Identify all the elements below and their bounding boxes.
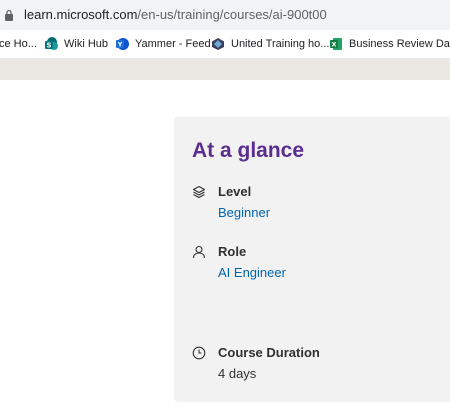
at-a-glance-card: At a glance Level Beginner Role AI Engin… — [174, 117, 450, 402]
bookmark-label: Business Review Da... — [349, 38, 450, 50]
svg-text:S: S — [46, 42, 51, 50]
bookmark-label: Wiki Hub — [64, 38, 109, 50]
clock-icon — [192, 346, 206, 360]
bookmark-label: ce Ho... — [0, 38, 37, 50]
svg-text:X: X — [331, 41, 336, 49]
bookmark-label: Yammer - Feed — [135, 38, 211, 50]
svg-text:Y: Y — [117, 42, 123, 49]
role-value-link[interactable]: AI Engineer — [218, 265, 286, 280]
page-top-strip — [0, 58, 450, 80]
united-training-icon — [212, 38, 224, 50]
level-value-link[interactable]: Beginner — [218, 205, 270, 220]
bookmark-united-training[interactable]: United Training ho... — [211, 36, 329, 52]
bookmark-business-review[interactable]: X Business Review Da... — [329, 36, 450, 52]
bookmark-yammer[interactable]: Y Yammer - Feed — [115, 36, 211, 52]
url-text[interactable]: learn.microsoft.com/en-us/training/cours… — [24, 7, 327, 22]
url-host: learn.microsoft.com — [24, 7, 138, 22]
bookmark-label: United Training ho... — [231, 38, 330, 50]
lock-icon — [5, 9, 13, 21]
level-label: Level — [218, 184, 252, 199]
yammer-icon: Y — [116, 38, 129, 50]
url-path: /en-us/training/courses/ai-900t00 — [137, 7, 327, 22]
card-title: At a glance — [192, 139, 305, 162]
excel-icon: X — [330, 38, 342, 50]
bookmarks-bar: ce Ho... S Wiki Hub Y Yammer - Feed Unit… — [0, 30, 450, 58]
sharepoint-icon: S — [45, 37, 58, 50]
duration-label: Course Duration — [218, 345, 320, 360]
bookmark-wiki-hub[interactable]: S Wiki Hub — [44, 36, 108, 52]
duration-value: 4 days — [218, 366, 257, 381]
role-label: Role — [218, 244, 247, 259]
bookmark-partial[interactable]: ce Ho... — [0, 36, 37, 52]
person-icon — [192, 245, 206, 259]
layers-icon — [192, 185, 206, 199]
address-bar[interactable]: learn.microsoft.com/en-us/training/cours… — [0, 0, 450, 30]
